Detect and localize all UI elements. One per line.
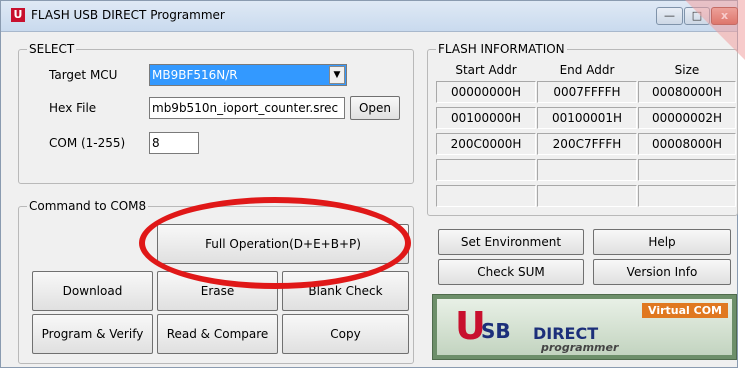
minimize-icon: —: [664, 9, 675, 22]
table-cell: [537, 159, 637, 181]
target-mcu-value: MB9BF516N/R: [152, 68, 238, 82]
corner-ribbon: [685, 0, 745, 60]
download-button[interactable]: Download: [32, 271, 153, 311]
com-port-field[interactable]: 8: [149, 132, 199, 154]
header-end-addr: End Addr: [559, 63, 615, 77]
table-cell: 0007FFFFH: [537, 81, 637, 103]
header-size: Size: [674, 63, 700, 77]
table-cell: 00000000H: [436, 81, 536, 103]
logo-programmer: programmer: [541, 341, 619, 354]
table-cell: [638, 159, 736, 181]
version-info-button[interactable]: Version Info: [593, 259, 731, 285]
main-window: U FLASH USB DIRECT Programmer — □ x SELE…: [0, 0, 738, 368]
hex-file-label: Hex File: [49, 101, 97, 115]
program-verify-button[interactable]: Program & Verify: [32, 314, 153, 354]
command-legend: Command to COM8: [27, 199, 149, 213]
table-cell: 00100000H: [436, 107, 536, 129]
logo-panel: U SB DIRECT programmer Virtual COM: [437, 299, 732, 355]
logo-sb: SB: [481, 319, 511, 343]
table-cell: 200C7FFFH: [537, 133, 637, 155]
title-bar[interactable]: U FLASH USB DIRECT Programmer — □ x: [1, 1, 738, 32]
hex-file-field[interactable]: mb9b510n_ioport_counter.srec: [149, 97, 345, 119]
app-icon: U: [11, 8, 25, 22]
read-compare-button[interactable]: Read & Compare: [157, 314, 278, 354]
table-cell: 00008000H: [638, 133, 736, 155]
usb-direct-logo: U SB DIRECT programmer Virtual COM: [432, 294, 737, 360]
table-cell: [638, 185, 736, 207]
com-label: COM (1-255): [49, 136, 126, 150]
flash-info-legend: FLASH INFORMATION: [436, 42, 567, 56]
table-cell: 200C0000H: [436, 133, 536, 155]
table-cell: 00080000H: [638, 81, 736, 103]
select-legend: SELECT: [27, 42, 77, 56]
help-button[interactable]: Help: [593, 229, 731, 255]
set-environment-button[interactable]: Set Environment: [438, 229, 584, 255]
chevron-down-icon[interactable]: ▼: [329, 66, 345, 84]
target-mcu-select[interactable]: MB9BF516N/R ▼: [149, 64, 347, 86]
window-title: FLASH USB DIRECT Programmer: [31, 8, 225, 22]
table-cell: 00100001H: [537, 107, 637, 129]
header-start-addr: Start Addr: [455, 63, 517, 77]
target-mcu-label: Target MCU: [49, 68, 118, 82]
full-operation-button[interactable]: Full Operation(D+E+B+P): [157, 224, 409, 264]
blank-check-button[interactable]: Blank Check: [282, 271, 409, 311]
table-cell: [537, 185, 637, 207]
table-cell: [436, 159, 536, 181]
table-cell: [436, 185, 536, 207]
open-button[interactable]: Open: [350, 96, 400, 120]
erase-button[interactable]: Erase: [157, 271, 278, 311]
virtual-com-badge: Virtual COM: [642, 303, 728, 318]
check-sum-button[interactable]: Check SUM: [438, 259, 584, 285]
copy-button[interactable]: Copy: [282, 314, 409, 354]
minimize-button[interactable]: —: [656, 7, 683, 25]
table-cell: 00000002H: [638, 107, 736, 129]
